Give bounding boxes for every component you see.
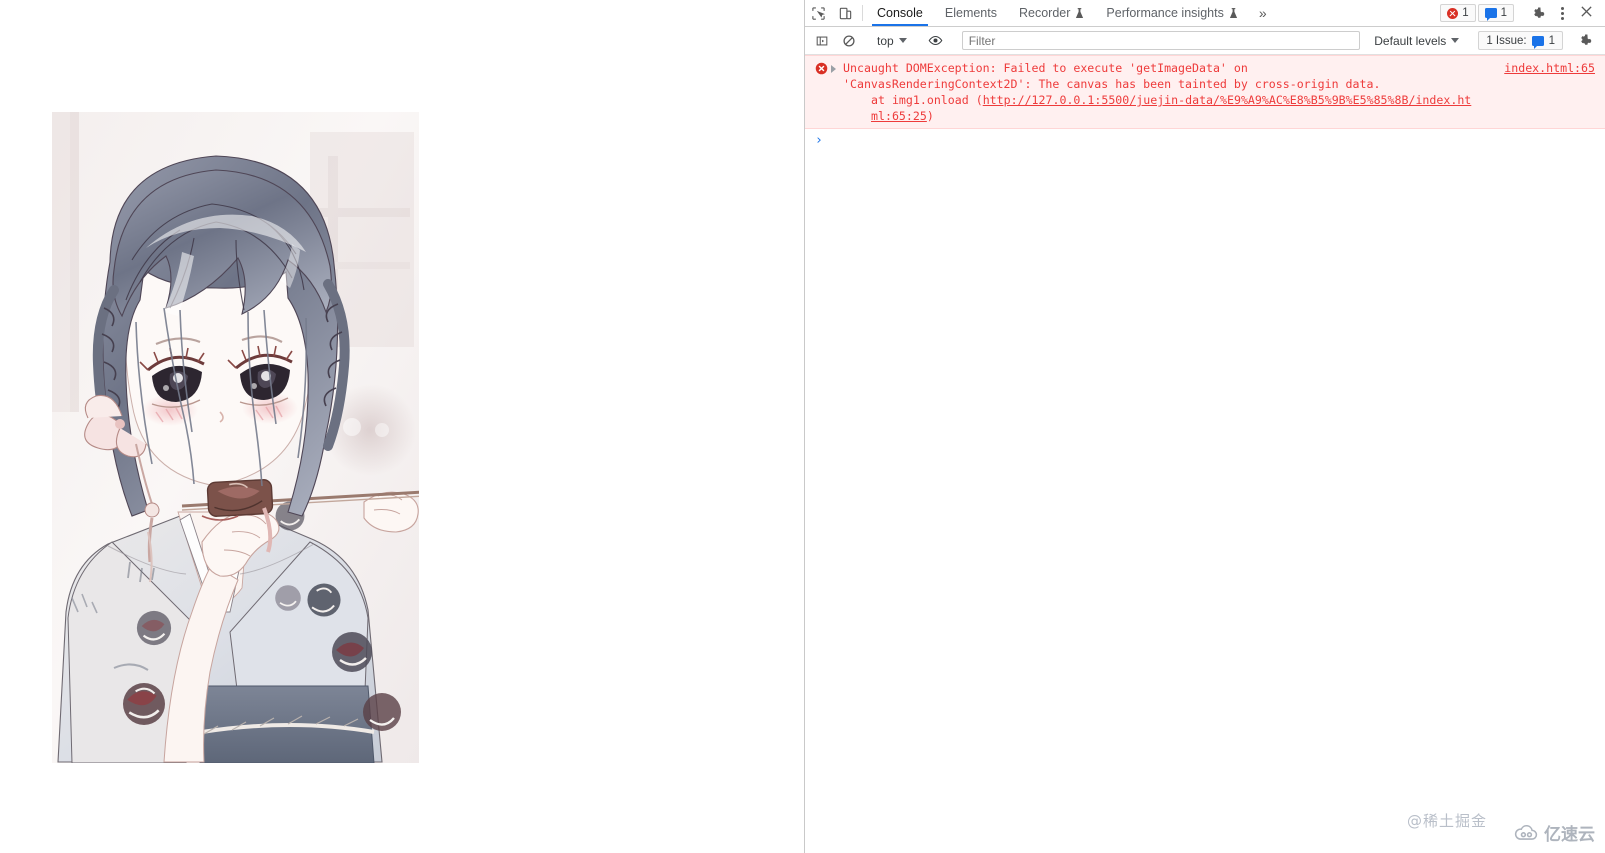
close-icon[interactable] bbox=[1573, 5, 1600, 21]
clear-glyph bbox=[842, 34, 855, 47]
message-count-label: 1 bbox=[1500, 7, 1507, 19]
tab-elements-label: Elements bbox=[944, 6, 997, 20]
illustration-canvas bbox=[52, 112, 419, 763]
tabbar-right-actions: 1 1 bbox=[1440, 0, 1605, 26]
console-prompt-input[interactable] bbox=[822, 134, 1595, 148]
devtools-panel: Console Elements Recorder Performance in… bbox=[805, 0, 1605, 853]
message-bubble-icon bbox=[1484, 8, 1497, 21]
browser-window: Console Elements Recorder Performance in… bbox=[0, 0, 1605, 853]
kebab-dot bbox=[1561, 11, 1564, 15]
watermark-primary: @稀土掘金 bbox=[1406, 812, 1487, 830]
sidebar-glyph bbox=[816, 36, 827, 45]
tab-performance-insights[interactable]: Performance insights bbox=[1095, 0, 1248, 26]
illustration-image bbox=[52, 112, 419, 763]
live-expression-eye-icon[interactable] bbox=[922, 33, 949, 48]
stack-suffix: ) bbox=[926, 109, 934, 123]
kebab-menu-icon[interactable] bbox=[1554, 6, 1571, 20]
issues-label: 1 Issue: bbox=[1486, 34, 1527, 47]
tab-console[interactable]: Console bbox=[866, 0, 934, 26]
error-stack-line: at img1.onload (http://127.0.0.1:5500/ju… bbox=[843, 92, 1477, 124]
console-message-list[interactable]: Uncaught DOMException: Failed to execute… bbox=[805, 55, 1605, 853]
console-prompt-row[interactable]: › bbox=[805, 129, 1605, 153]
device-toolbar-icon[interactable] bbox=[832, 0, 859, 26]
web-page-viewport bbox=[0, 0, 805, 853]
experiment-flask-icon bbox=[1076, 7, 1084, 18]
watermark-secondary: 亿速云 bbox=[1513, 820, 1595, 845]
error-glyph bbox=[815, 62, 828, 75]
filter-input[interactable] bbox=[961, 31, 1361, 50]
console-settings-gear-icon[interactable] bbox=[1572, 33, 1599, 48]
tab-performance-insights-label: Performance insights bbox=[1106, 6, 1224, 20]
tab-recorder[interactable]: Recorder bbox=[1008, 0, 1095, 26]
chevron-down-icon bbox=[898, 38, 907, 43]
kebab-dot bbox=[1561, 6, 1564, 10]
watermark-secondary-label: 亿速云 bbox=[1544, 825, 1595, 845]
tab-recorder-label: Recorder bbox=[1018, 6, 1071, 20]
more-tabs-icon[interactable]: » bbox=[1249, 0, 1277, 26]
experiment-flask-icon bbox=[1229, 7, 1237, 18]
more-tabs-label: » bbox=[1258, 5, 1267, 21]
tab-elements[interactable]: Elements bbox=[934, 0, 1008, 26]
console-sidebar-toggle-icon[interactable] bbox=[808, 34, 835, 48]
cloud-icon bbox=[1514, 824, 1538, 840]
log-levels-dropdown[interactable]: Default levels bbox=[1366, 34, 1467, 48]
kebab-dot bbox=[1561, 16, 1564, 20]
message-bubble-icon bbox=[1531, 35, 1544, 49]
console-toolbar: top Default levels 1 Issue: 1 bbox=[805, 27, 1605, 55]
log-levels-label: Default levels bbox=[1374, 33, 1447, 48]
console-error-message[interactable]: Uncaught DOMException: Failed to execute… bbox=[805, 55, 1605, 129]
expand-arrow-icon[interactable] bbox=[831, 65, 843, 73]
message-count-badge[interactable]: 1 bbox=[1477, 4, 1514, 22]
error-count-label: 1 bbox=[1462, 7, 1469, 19]
prompt-chevron-icon: › bbox=[815, 133, 823, 148]
tabbar-divider-1 bbox=[862, 5, 863, 21]
issues-count: 1 bbox=[1548, 34, 1555, 47]
error-circle-icon bbox=[815, 62, 829, 80]
error-line-1: Uncaught DOMException: Failed to execute… bbox=[843, 61, 1248, 75]
source-link[interactable]: index.html:65 bbox=[1504, 61, 1595, 75]
gear-icon[interactable] bbox=[1525, 6, 1552, 21]
clear-console-icon[interactable] bbox=[835, 34, 862, 48]
error-circle-icon bbox=[1447, 7, 1459, 19]
gear-glyph bbox=[1534, 7, 1545, 18]
execution-context-label: top bbox=[877, 33, 894, 48]
devtools-tabbar: Console Elements Recorder Performance in… bbox=[805, 0, 1605, 27]
execution-context-dropdown[interactable]: top bbox=[869, 34, 915, 48]
tab-console-label: Console bbox=[877, 6, 923, 20]
eye-glyph bbox=[928, 35, 943, 46]
close-glyph bbox=[1581, 6, 1592, 17]
issues-badge[interactable]: 1 Issue: 1 bbox=[1478, 31, 1563, 50]
error-line-2: 'CanvasRenderingContext2D': The canvas h… bbox=[843, 77, 1381, 91]
console-toolbar-right bbox=[1563, 33, 1605, 48]
gear-glyph bbox=[1581, 34, 1592, 45]
console-error-text: Uncaught DOMException: Failed to execute… bbox=[843, 60, 1597, 124]
stack-prefix: at img1.onload ( bbox=[871, 93, 983, 107]
inspect-element-icon[interactable] bbox=[805, 0, 832, 26]
chevron-down-icon bbox=[1451, 38, 1460, 43]
error-count-badge[interactable]: 1 bbox=[1440, 4, 1476, 22]
